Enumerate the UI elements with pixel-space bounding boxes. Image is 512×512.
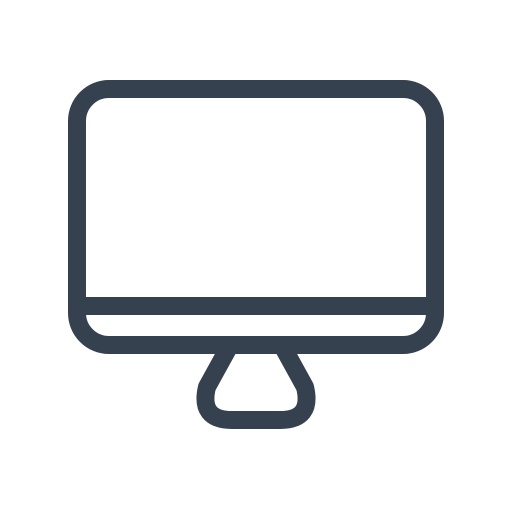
monitor-svg bbox=[68, 80, 444, 429]
monitor-stand bbox=[196, 338, 316, 429]
desktop-monitor-icon bbox=[0, 0, 512, 512]
icon-canvas bbox=[0, 0, 512, 512]
monitor-outline bbox=[68, 80, 444, 429]
